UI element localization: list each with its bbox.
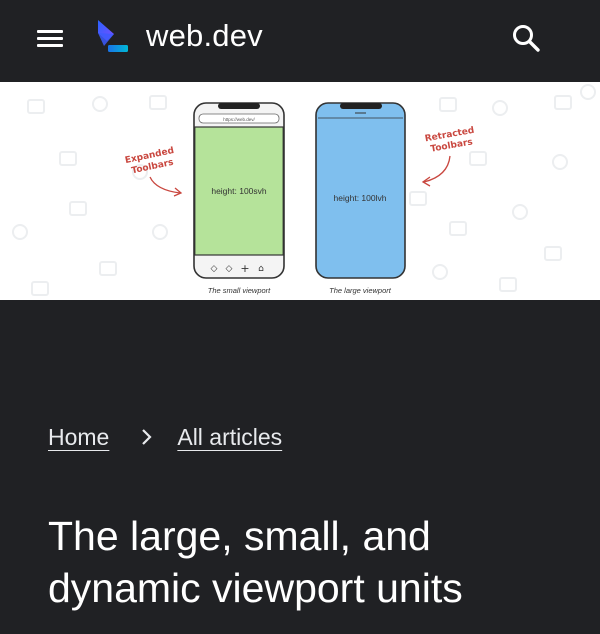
hamburger-menu-icon[interactable] [33,25,69,53]
hero-image: https://web.dev/ height: 100svh ◇ ◇ + ⌂ … [0,82,600,300]
web-dev-logo-icon [98,20,128,52]
site-brand-link[interactable]: web.dev [94,14,263,58]
breadcrumb: Home All articles [48,420,282,454]
small-viewport-label: height: 100svh [211,186,267,196]
retracted-toolbars-annotation: Retracted Toolbars [421,126,475,187]
search-icon[interactable] [510,22,544,56]
large-viewport-phone: height: 100lvh The large viewport [315,102,406,295]
viewport-illustration: https://web.dev/ height: 100svh ◇ ◇ + ⌂ … [12,84,596,296]
svg-text:◇: ◇ [211,264,218,274]
menu-line [37,44,63,47]
top-app-bar: web.dev [0,0,600,82]
breadcrumb-home-link[interactable]: Home [48,424,109,451]
large-viewport-label: height: 100lvh [334,193,387,203]
page-title: The large, small, and dynamic viewport u… [48,513,463,611]
svg-text:⌂: ⌂ [258,264,264,274]
background-doodles [12,84,596,296]
brand-name: web.dev [146,18,263,53]
chevron-right-icon [141,428,153,446]
breadcrumb-all-articles-link[interactable]: All articles [177,424,282,451]
menu-line [37,30,63,33]
svg-text:◇: ◇ [226,264,233,274]
large-viewport-caption: The large viewport [329,286,392,295]
menu-line [37,37,63,40]
expanded-toolbars-annotation: Expanded Toolbars [124,146,183,197]
svg-text:+: + [240,262,249,275]
small-viewport-caption: The small viewport [208,286,271,295]
url-bar-text: https://web.dev/ [223,117,255,122]
small-viewport-phone: https://web.dev/ height: 100svh ◇ ◇ + ⌂ … [193,102,285,295]
